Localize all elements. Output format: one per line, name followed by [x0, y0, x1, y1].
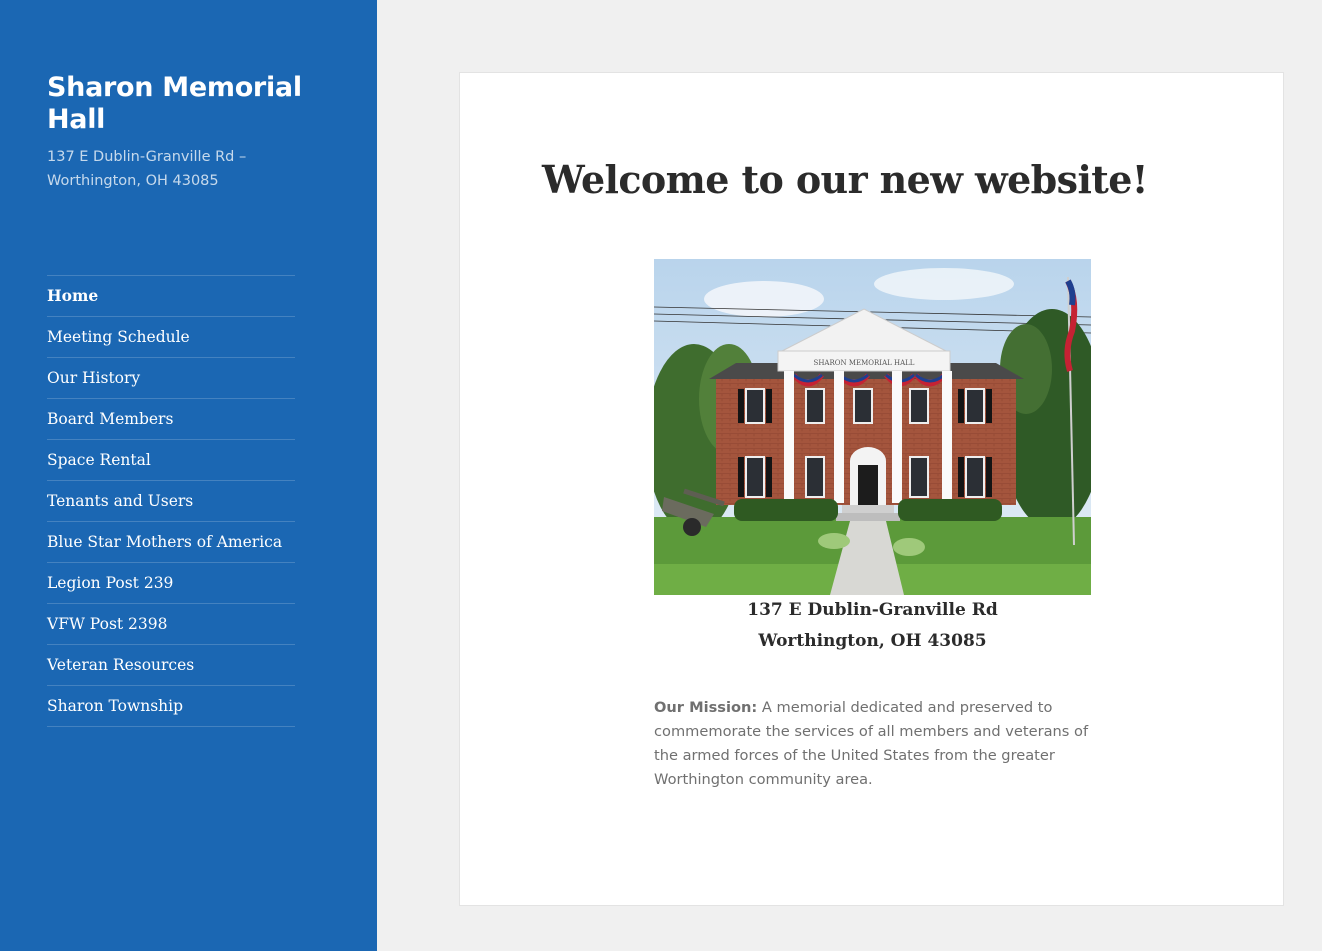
sidebar: Sharon Memorial Hall 137 E Dublin-Granvi…	[0, 0, 377, 951]
nav-item-space-rental[interactable]: Space Rental	[47, 440, 295, 481]
page-title: Welcome to our new website!	[542, 157, 1148, 202]
site-description: 137 E Dublin-Granville Rd – Worthington,…	[47, 149, 247, 189]
mission-statement: Our Mission: A memorial dedicated and pr…	[654, 696, 1094, 792]
nav-item-our-history[interactable]: Our History	[47, 358, 295, 399]
address-block: 137 E Dublin-Granville Rd Worthington, O…	[654, 595, 1091, 657]
nav-item-tenants-and-users[interactable]: Tenants and Users	[47, 481, 295, 522]
nav-item-veteran-resources[interactable]: Veteran Resources	[47, 645, 295, 686]
address-line-2: Worthington, OH 43085	[758, 631, 987, 651]
main-navigation: Home Meeting Schedule Our History Board …	[47, 275, 295, 727]
nav-item-home[interactable]: Home	[47, 276, 295, 317]
nav-item-legion-post[interactable]: Legion Post 239	[47, 563, 295, 604]
nav-item-vfw-post[interactable]: VFW Post 2398	[47, 604, 295, 645]
building-sign: SHARON MEMORIAL HALL	[814, 359, 915, 367]
mission-label: Our Mission:	[654, 699, 758, 716]
building-photo: SHARON MEMORIAL HALL	[654, 259, 1091, 595]
content-card: Welcome to our new website! SHARON MEMOR…	[459, 72, 1284, 906]
nav-item-board-members[interactable]: Board Members	[47, 399, 295, 440]
address-line-1: 137 E Dublin-Granville Rd	[747, 600, 998, 620]
nav-item-sharon-township[interactable]: Sharon Township	[47, 686, 295, 727]
nav-item-meeting-schedule[interactable]: Meeting Schedule	[47, 317, 295, 358]
site-title[interactable]: Sharon Memorial Hall	[47, 72, 307, 136]
nav-item-blue-star-mothers[interactable]: Blue Star Mothers of America	[47, 522, 295, 563]
